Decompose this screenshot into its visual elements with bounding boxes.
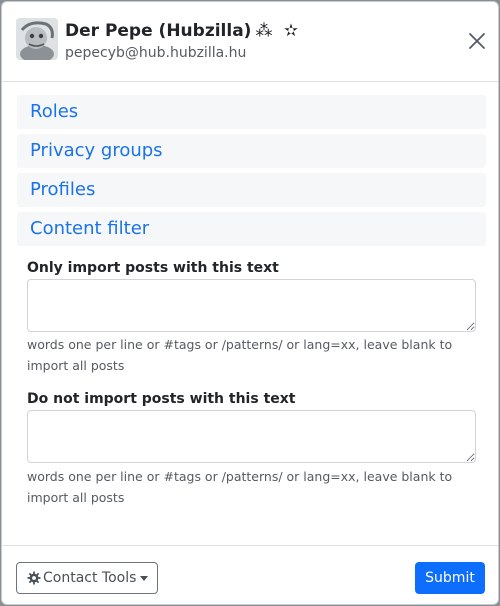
dialog-footer: Contact Tools Submit xyxy=(2,545,498,604)
exclude-filter-help: words one per line or #tags or /patterns… xyxy=(27,469,453,505)
close-button[interactable] xyxy=(466,30,488,52)
dialog-header: Der Pepe (Hubzilla) ⁂ ✫ pepecyb@hub.hubzi… xyxy=(2,2,498,82)
section-privacy-groups-label: Privacy groups xyxy=(30,140,163,161)
include-filter-label: Only import posts with this text xyxy=(27,260,279,276)
section-content-filter[interactable]: Content filter xyxy=(17,212,486,246)
contact-tools-label: Contact Tools xyxy=(43,570,137,586)
include-filter-help: words one per line or #tags or /patterns… xyxy=(27,337,453,373)
submit-button[interactable]: Submit xyxy=(415,562,485,594)
exclude-filter-label: Do not import posts with this text xyxy=(27,391,296,407)
contact-address: pepecyb@hub.hubzilla.hu xyxy=(65,45,247,61)
gear-icon xyxy=(27,571,41,585)
network-symbols: ⁂ ✫ xyxy=(255,21,302,41)
section-privacy-groups[interactable]: Privacy groups xyxy=(17,134,486,168)
close-icon xyxy=(469,33,485,49)
section-profiles[interactable]: Profiles xyxy=(17,173,486,207)
section-roles-label: Roles xyxy=(30,101,79,122)
exclude-filter-textarea[interactable] xyxy=(27,410,476,463)
section-content-filter-label: Content filter xyxy=(30,218,150,239)
avatar-image xyxy=(16,18,58,60)
section-roles[interactable]: Roles xyxy=(17,95,486,129)
include-filter-textarea[interactable] xyxy=(27,279,476,332)
avatar[interactable] xyxy=(16,18,58,60)
section-profiles-label: Profiles xyxy=(30,179,96,200)
contact-edit-dialog: Der Pepe (Hubzilla) ⁂ ✫ pepecyb@hub.hubzi… xyxy=(1,1,499,605)
contact-name: Der Pepe (Hubzilla) ⁂ ✫ xyxy=(65,21,301,41)
contact-tools-button[interactable]: Contact Tools xyxy=(16,562,158,594)
chevron-down-icon xyxy=(140,576,148,581)
contact-name-text: Der Pepe (Hubzilla) xyxy=(65,21,252,41)
